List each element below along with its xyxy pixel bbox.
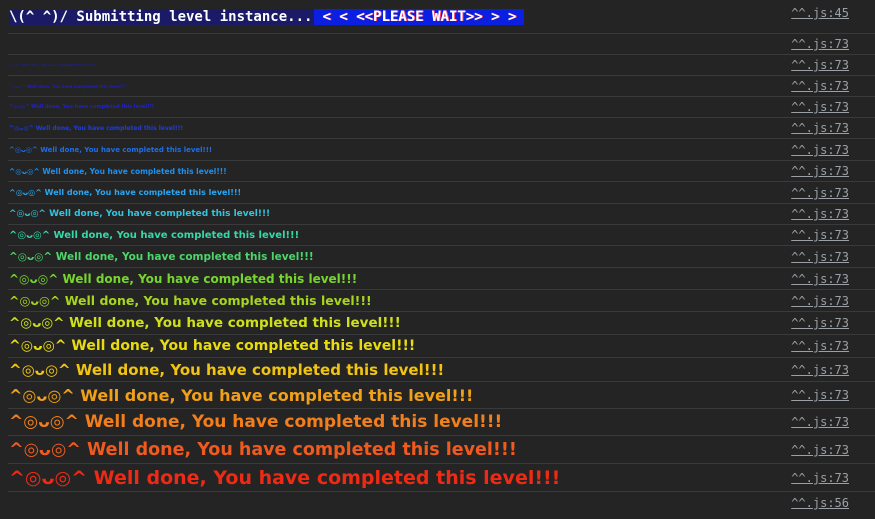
console-row: ^◎ᴗ◎^ Well done, You have completed this… bbox=[8, 435, 875, 463]
source-link[interactable]: ^^.js:73 bbox=[791, 37, 849, 51]
console-row: ^◎ᴗ◎^ Well done, You have completed this… bbox=[8, 289, 875, 311]
console-message: \(^ ^)/ Submitting level instance... < < … bbox=[9, 7, 525, 27]
console-message: ^◎ᴗ◎^ Well done, You have completed this… bbox=[9, 272, 358, 286]
please-wait-banner: < < <<PLEASE WAIT>> > > bbox=[314, 9, 525, 25]
source-link[interactable]: ^^.js:73 bbox=[791, 471, 849, 485]
source-link[interactable]: ^^.js:73 bbox=[791, 100, 849, 114]
console-row: ^◎ᴗ◎^ Well done, You have completed this… bbox=[8, 54, 875, 75]
console-message: ^◎ᴗ◎^ Well done, You have completed this… bbox=[9, 104, 155, 110]
console-row: ^◎ᴗ◎^ Well done, You have completed this… bbox=[8, 381, 875, 408]
submitting-text: \(^ ^)/ Submitting level instance... bbox=[9, 9, 317, 25]
source-link[interactable]: ^^.js:73 bbox=[791, 250, 849, 264]
source-link[interactable]: ^^.js:73 bbox=[791, 272, 849, 286]
console-row: ^^.js:73 bbox=[8, 33, 875, 54]
source-link[interactable]: ^^.js:73 bbox=[791, 58, 849, 72]
console-message: ^◎ᴗ◎^ Well done, You have completed this… bbox=[9, 146, 213, 154]
console-message: ^◎ᴗ◎^ Well done, You have completed this… bbox=[9, 251, 314, 263]
console-message: ^◎ᴗ◎^ Well done, You have completed this… bbox=[9, 209, 271, 219]
console-row: ^◎ᴗ◎^ Well done, You have completed this… bbox=[8, 245, 875, 267]
console-message: ^◎ᴗ◎^ Well done, You have completed this… bbox=[9, 125, 184, 132]
source-link[interactable]: ^^.js:73 bbox=[791, 294, 849, 308]
console-row: ^◎ᴗ◎^ Well done, You have completed this… bbox=[8, 408, 875, 435]
source-link[interactable]: ^^.js:73 bbox=[791, 339, 849, 353]
source-link[interactable]: ^^.js:73 bbox=[791, 363, 849, 377]
console-row: ^◎ᴗ◎^ Well done, You have completed this… bbox=[8, 334, 875, 357]
console-row: ^◎ᴗ◎^ Well done, You have completed this… bbox=[8, 267, 875, 289]
console-row: ^◎ᴗ◎^ Well done, You have completed this… bbox=[8, 224, 875, 245]
console-message: ^◎ᴗ◎^ Well done, You have completed this… bbox=[9, 84, 126, 89]
console-row: ^◎ᴗ◎^ Well done, You have completed this… bbox=[8, 311, 875, 334]
console-row: ^◎ᴗ◎^ Well done, You have completed this… bbox=[8, 96, 875, 117]
source-link[interactable]: ^^.js:73 bbox=[791, 79, 849, 93]
console-row: ^◎ᴗ◎^ Well done, You have completed this… bbox=[8, 463, 875, 491]
console-message: ^◎ᴗ◎^ Well done, You have completed this… bbox=[9, 315, 401, 331]
console-row: ^◎ᴗ◎^ Well done, You have completed this… bbox=[8, 75, 875, 96]
console-message: ^◎ᴗ◎^ Well done, You have completed this… bbox=[9, 230, 300, 241]
source-link[interactable]: ^^.js:73 bbox=[791, 443, 849, 457]
source-link[interactable]: ^^.js:73 bbox=[791, 164, 849, 178]
source-link[interactable]: ^^.js:73 bbox=[791, 228, 849, 242]
console-row-submitting: \(^ ^)/ Submitting level instance... < < … bbox=[8, 0, 875, 33]
console-row: ^◎ᴗ◎^ Well done, You have completed this… bbox=[8, 117, 875, 138]
console-message: ^◎ᴗ◎^ Well done, You have completed this… bbox=[9, 338, 416, 354]
source-link[interactable]: ^^.js:56 bbox=[791, 496, 849, 510]
devtools-console: \(^ ^)/ Submitting level instance... < < … bbox=[0, 0, 875, 519]
source-link[interactable]: ^^.js:73 bbox=[791, 186, 849, 200]
source-link[interactable]: ^^.js:73 bbox=[791, 316, 849, 330]
console-message: ^◎ᴗ◎^ Well done, You have completed this… bbox=[9, 63, 97, 67]
source-link[interactable]: ^^.js:73 bbox=[791, 207, 849, 221]
source-link[interactable]: ^^.js:73 bbox=[791, 415, 849, 429]
console-message: ^◎ᴗ◎^ Well done, You have completed this… bbox=[9, 386, 474, 405]
console-message: ^◎ᴗ◎^ Well done, You have completed this… bbox=[9, 188, 242, 197]
console-row: ^◎ᴗ◎^ Well done, You have completed this… bbox=[8, 160, 875, 181]
console-row: ^◎ᴗ◎^ Well done, You have completed this… bbox=[8, 357, 875, 381]
console-row: ^◎ᴗ◎^ Well done, You have completed this… bbox=[8, 203, 875, 224]
console-message: ^◎ᴗ◎^ Well done, You have completed this… bbox=[9, 440, 517, 460]
source-link[interactable]: ^^.js:45 bbox=[791, 6, 849, 20]
console-message: ^◎ᴗ◎^ Well done, You have completed this… bbox=[9, 361, 445, 379]
source-link[interactable]: ^^.js:73 bbox=[791, 121, 849, 135]
console-message: ^◎ᴗ◎^ Well done, You have completed this… bbox=[9, 167, 227, 176]
console-row-last: ^^.js:56 bbox=[8, 491, 875, 519]
console-row: ^◎ᴗ◎^ Well done, You have completed this… bbox=[8, 138, 875, 160]
console-message: ^◎ᴗ◎^ Well done, You have completed this… bbox=[9, 412, 503, 432]
console-message: ^◎ᴗ◎^ Well done, You have completed this… bbox=[9, 293, 372, 308]
console-message: ^◎ᴗ◎^ Well done, You have completed this… bbox=[9, 467, 561, 489]
console-row: ^◎ᴗ◎^ Well done, You have completed this… bbox=[8, 181, 875, 203]
source-link[interactable]: ^^.js:73 bbox=[791, 388, 849, 402]
source-link[interactable]: ^^.js:73 bbox=[791, 143, 849, 157]
